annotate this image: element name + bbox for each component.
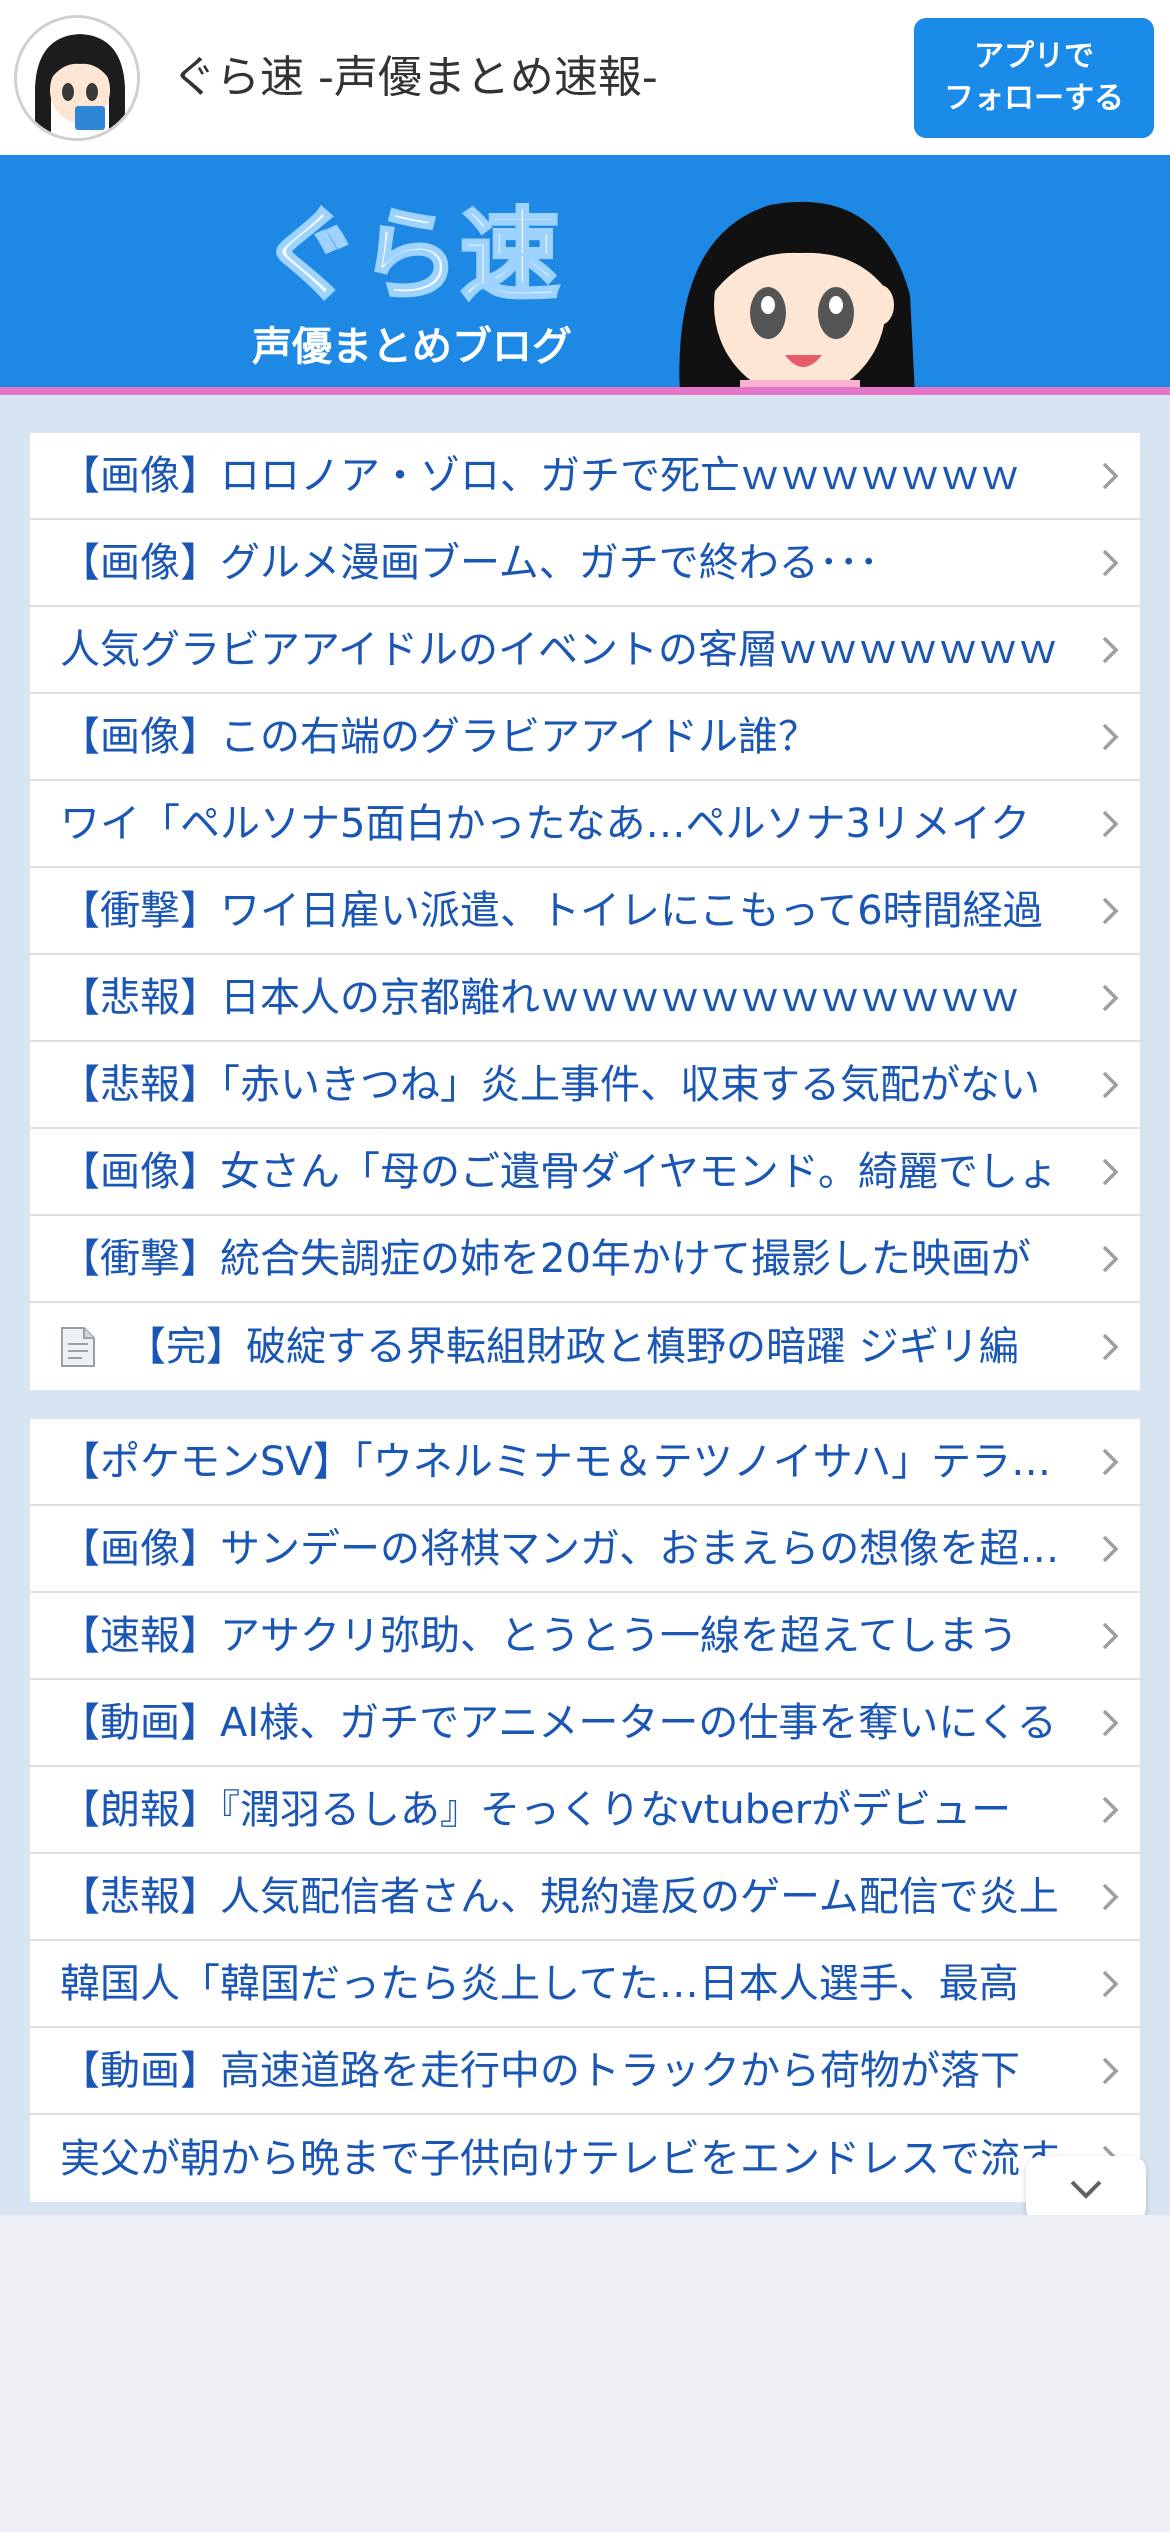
chevron-right-icon — [1100, 2028, 1120, 2113]
list-item[interactable]: 【画像】この右端のグラビアアイドル誰？ — [30, 694, 1140, 781]
chevron-right-icon — [1100, 1042, 1120, 1127]
banner-logo: ぐら速 — [260, 197, 560, 314]
scroll-down-button[interactable] — [1026, 2156, 1146, 2222]
chevron-right-icon — [1100, 1767, 1120, 1852]
banner-art: ぐら速 声優まとめブログ — [0, 155, 1170, 395]
chevron-right-icon — [1100, 433, 1120, 518]
banner-subtitle: 声優まとめブログ — [252, 324, 572, 370]
list-item[interactable]: 【完】破綻する界転組財政と槙野の暗躍 ジギリ編 — [30, 1303, 1140, 1390]
chevron-right-icon — [1100, 1941, 1120, 2026]
list-item-title: 実父が朝から晩まで子供向けテレビをエンドレスで流す — [60, 2135, 1060, 2182]
chevron-right-icon — [1100, 694, 1120, 779]
list-item[interactable]: ワイ「ペルソナ5面白かったなあ…ペルソナ3リメイク — [30, 781, 1140, 868]
avatar-girl-icon — [17, 18, 137, 138]
article-list-1: 【画像】ロロノア・ゾロ、ガチで死亡ｗｗｗｗｗｗｗ 【画像】グルメ漫画ブーム、ガチ… — [30, 433, 1140, 1390]
empty-bottom-area — [0, 2215, 1170, 2532]
chevron-right-icon — [1100, 1506, 1120, 1591]
list-item[interactable]: 実父が朝から晩まで子供向けテレビをエンドレスで流す — [30, 2115, 1140, 2202]
list-item[interactable]: 【動画】AI様、ガチでアニメーターの仕事を奪いにくる — [30, 1680, 1140, 1767]
chevron-right-icon — [1100, 520, 1120, 605]
list-item[interactable]: 【衝撃】ワイ日雇い派遣、トイレにこもって6時間経過 — [30, 868, 1140, 955]
chevron-right-icon — [1100, 955, 1120, 1040]
article-list-area: 【画像】ロロノア・ゾロ、ガチで死亡ｗｗｗｗｗｗｗ 【画像】グルメ漫画ブーム、ガチ… — [0, 395, 1170, 2215]
list-item-title: 【衝撃】統合失調症の姉を20年かけて撮影した映画が — [60, 1235, 1031, 1282]
list-item[interactable]: 【画像】サンデーの将棋マンガ、おまえらの想像を超える — [30, 1506, 1140, 1593]
list-item-title: 【速報】アサクリ弥助、とうとう一線を超えてしまう — [60, 1612, 1018, 1659]
list-item[interactable]: 【悲報】日本人の京都離れｗｗｗｗｗｗｗｗｗｗｗｗ — [30, 955, 1140, 1042]
list-item[interactable]: 【悲報】人気配信者さん、規約違反のゲーム配信で炎上 — [30, 1854, 1140, 1941]
list-item-title: 【動画】高速道路を走行中のトラックから荷物が落下 — [60, 2047, 1020, 2094]
list-item[interactable]: 【悲報】「赤いきつね」炎上事件、収束する気配がない — [30, 1042, 1140, 1129]
list-item-title: 【朗報】『潤羽るしあ』そっくりなvtuberがデビュー — [60, 1786, 1012, 1833]
follow-line1: アプリで — [974, 39, 1094, 74]
banner-stripe — [0, 387, 1170, 395]
list-item-title: 【衝撃】ワイ日雇い派遣、トイレにこもって6時間経過 — [60, 887, 1043, 934]
list-item-title: 【画像】サンデーの将棋マンガ、おまえらの想像を超える — [60, 1525, 1070, 1572]
list-item[interactable]: 【画像】グルメ漫画ブーム、ガチで終わる･･･ — [30, 520, 1140, 607]
chevron-right-icon — [1100, 1303, 1120, 1390]
chevron-right-icon — [1100, 868, 1120, 953]
list-item-title: 【ポケモンSV】「ウネルミナモ＆テツノイサハ」テラレイド — [60, 1438, 1070, 1485]
chevron-right-icon — [1100, 1680, 1120, 1765]
chevron-down-icon — [1070, 2180, 1102, 2199]
list-item-title: 人気グラビアアイドルのイベントの客層ｗｗｗｗｗｗｗ — [60, 626, 1058, 673]
list-item[interactable]: 【衝撃】統合失調症の姉を20年かけて撮影した映画が — [30, 1216, 1140, 1303]
list-item-title: 【画像】ロロノア・ゾロ、ガチで死亡ｗｗｗｗｗｗｗ — [60, 452, 1020, 499]
list-item-title: 【画像】この右端のグラビアアイドル誰？ — [60, 713, 818, 760]
document-icon — [60, 1326, 96, 1368]
list-item-title: 【動画】AI様、ガチでアニメーターの仕事を奪いにくる — [60, 1699, 1057, 1746]
list-item-title: 【悲報】人気配信者さん、規約違反のゲーム配信で炎上 — [60, 1873, 1059, 1920]
list-item[interactable]: 【動画】高速道路を走行中のトラックから荷物が落下 — [30, 2028, 1140, 2115]
list-item[interactable]: 人気グラビアアイドルのイベントの客層ｗｗｗｗｗｗｗ — [30, 607, 1140, 694]
list-item-title: 【画像】グルメ漫画ブーム、ガチで終わる･･･ — [60, 539, 879, 586]
list-item[interactable]: 【速報】アサクリ弥助、とうとう一線を超えてしまう — [30, 1593, 1140, 1680]
list-item[interactable]: 【画像】ロロノア・ゾロ、ガチで死亡ｗｗｗｗｗｗｗ — [30, 433, 1140, 520]
app-header: ぐら速 -声優まとめ速報- アプリで フォローする — [0, 0, 1170, 155]
list-item-title: 【悲報】日本人の京都離れｗｗｗｗｗｗｗｗｗｗｗｗ — [60, 974, 1020, 1021]
site-avatar[interactable] — [14, 15, 140, 141]
article-list-2: 【ポケモンSV】「ウネルミナモ＆テツノイサハ」テラレイド 【画像】サンデーの将棋… — [30, 1419, 1140, 2202]
chevron-right-icon — [1100, 1593, 1120, 1678]
list-item-title: 韓国人「韓国だったら炎上してた…日本人選手、最高 — [60, 1960, 1019, 2007]
follow-in-app-button[interactable]: アプリで フォローする — [914, 18, 1154, 138]
list-item[interactable]: 【ポケモンSV】「ウネルミナモ＆テツノイサハ」テラレイド — [30, 1419, 1140, 1506]
follow-line2: フォローする — [944, 81, 1124, 116]
list-item-title: 【完】破綻する界転組財政と槙野の暗躍 ジギリ編 — [126, 1323, 1019, 1370]
list-item[interactable]: 韓国人「韓国だったら炎上してた…日本人選手、最高 — [30, 1941, 1140, 2028]
list-item-title: 【画像】女さん「母のご遺骨ダイヤモンド。綺麗でしょ — [60, 1148, 1058, 1195]
list-item[interactable]: 【画像】女さん「母のご遺骨ダイヤモンド。綺麗でしょ — [30, 1129, 1140, 1216]
list-item[interactable]: 【朗報】『潤羽るしあ』そっくりなvtuberがデビュー — [30, 1767, 1140, 1854]
chevron-right-icon — [1100, 1854, 1120, 1939]
chevron-right-icon — [1100, 1216, 1120, 1301]
chevron-right-icon — [1100, 1419, 1120, 1504]
list-item-title: 【悲報】「赤いきつね」炎上事件、収束する気配がない — [60, 1061, 1040, 1108]
chevron-right-icon — [1100, 1129, 1120, 1214]
site-title: ぐら速 -声優まとめ速報- — [172, 52, 658, 103]
chevron-right-icon — [1100, 607, 1120, 692]
list-item-title: ワイ「ペルソナ5面白かったなあ…ペルソナ3リメイク — [60, 800, 1031, 847]
chevron-right-icon — [1100, 781, 1120, 866]
site-banner[interactable]: ぐら速 声優まとめブログ — [0, 155, 1170, 395]
